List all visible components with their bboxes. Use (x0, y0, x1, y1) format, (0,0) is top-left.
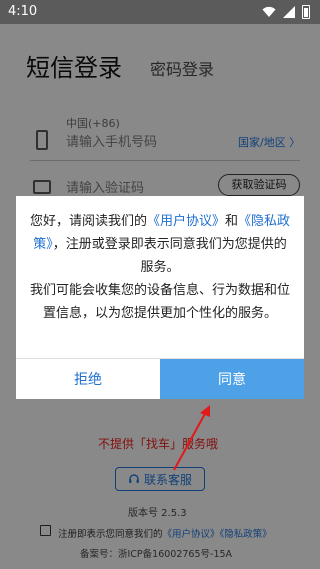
dialog-text-line3: 我们可能会收集您的设备信息、行为数据和位置信息，以为您提供更加个性化的服务。 (29, 283, 290, 321)
battery-icon (302, 5, 310, 19)
annotation-arrow (173, 405, 210, 471)
accept-button[interactable]: 同意 (160, 359, 304, 399)
wifi-icon (262, 6, 276, 17)
signal-icon (283, 6, 295, 18)
dialog-user-agreement-link[interactable]: 《用户协议》 (147, 214, 225, 229)
status-time: 4:10 (8, 4, 38, 19)
dialog-text-line1: 您好，请阅读我们的 (29, 214, 147, 229)
reject-button[interactable]: 拒绝 (16, 359, 160, 399)
status-bar: 4:10 (0, 0, 320, 24)
privacy-dialog: 您好，请阅读我们的《用户协议》和《隐私政策》，注册或登录即表示同意我们为您提供的… (16, 196, 304, 399)
privacy-dialog-text: 您好，请阅读我们的《用户协议》和《隐私政策》，注册或登录即表示同意我们为您提供的… (28, 210, 292, 325)
dialog-text-and: 和 (225, 214, 239, 229)
dialog-text-line2: ，注册或登录即表示同意我们为您提供的服务。 (52, 237, 287, 275)
